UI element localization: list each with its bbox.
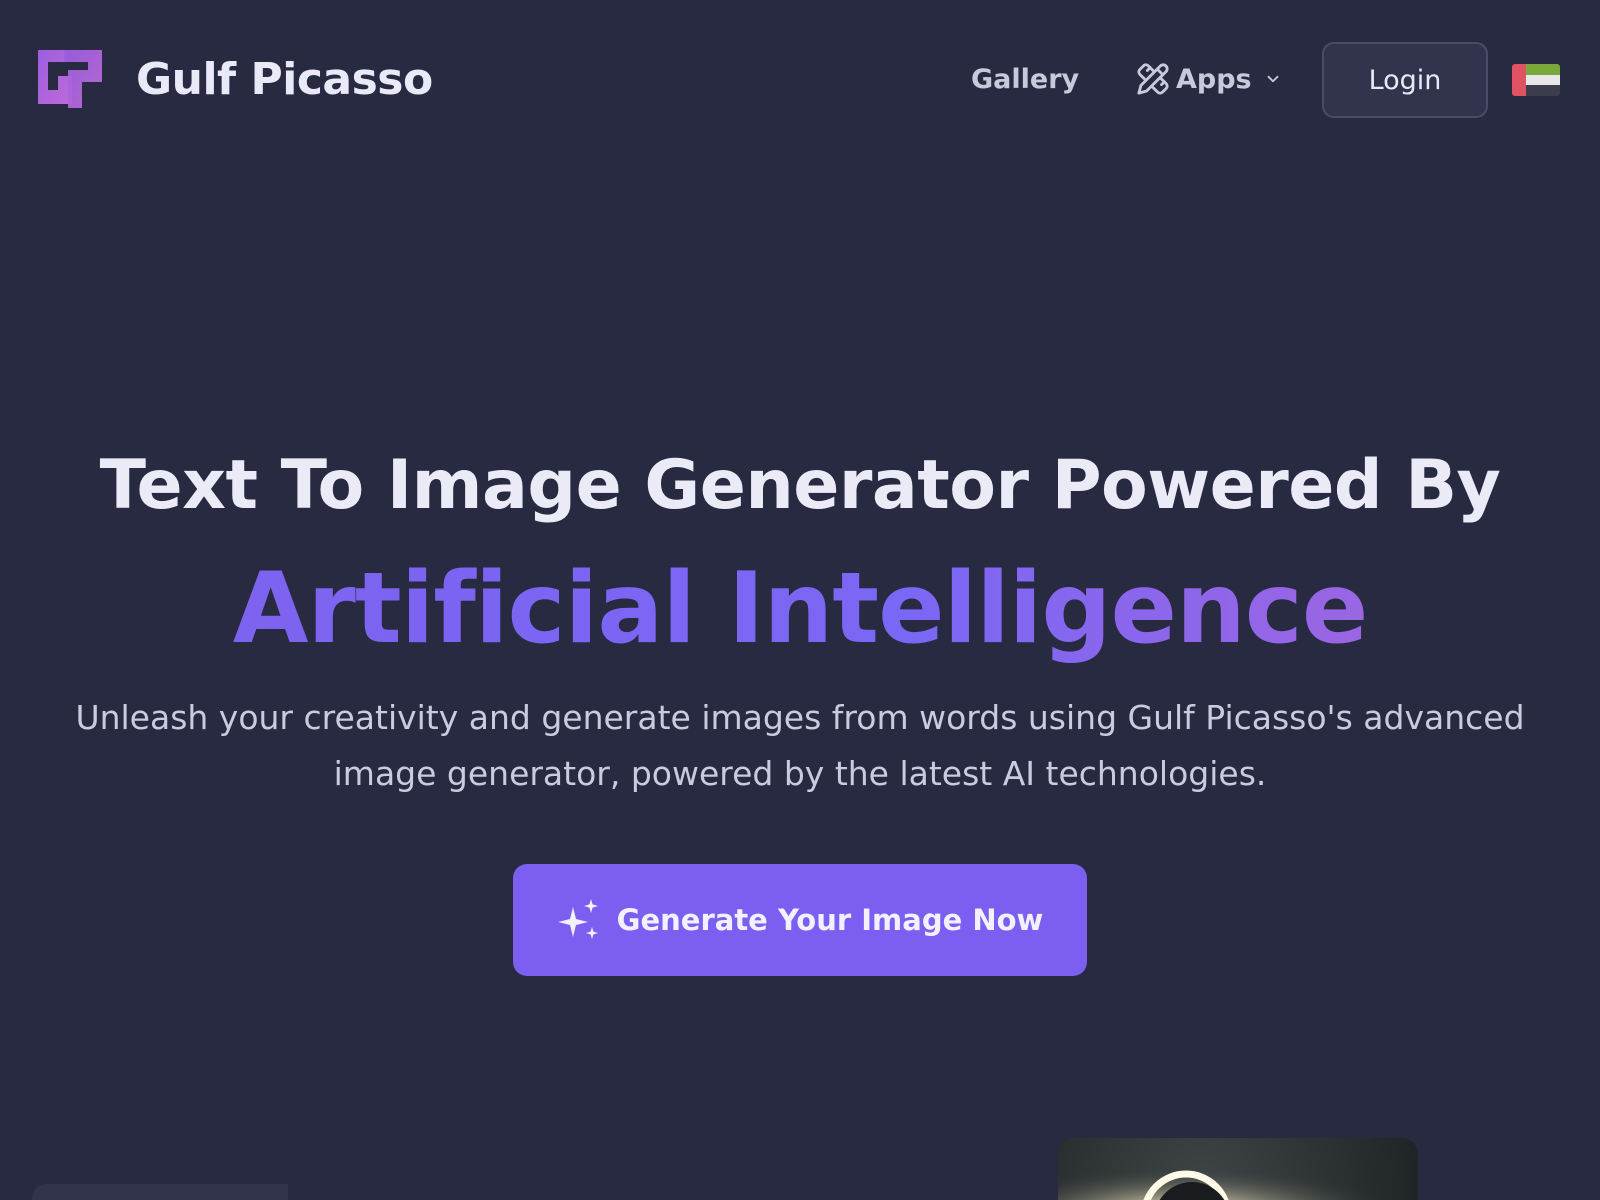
login-button[interactable]: Login [1322, 42, 1488, 118]
gulf-picasso-logo-icon [38, 50, 102, 108]
hero-subtitle: Unleash your creativity and generate ima… [75, 698, 1525, 793]
pencil-ruler-icon [1137, 63, 1169, 95]
gallery-card-eclipse[interactable] [1058, 1138, 1418, 1200]
hero-title: Text To Image Generator Powered By [99, 446, 1501, 525]
brand[interactable]: Gulf Picasso [30, 46, 433, 112]
hero-highlight-text: Artificial Intelligence [232, 552, 1369, 666]
eclipse-image [1058, 1138, 1418, 1200]
landing-page: Gulf Picasso Gallery Apps Login Text To … [0, 0, 1600, 1200]
nav-apps-dropdown[interactable]: Apps [1136, 62, 1282, 96]
generate-image-label: Generate Your Image Now [616, 903, 1044, 937]
top-navbar: Gulf Picasso Gallery Apps Login [0, 0, 1600, 160]
brand-name: Gulf Picasso [136, 54, 433, 105]
gallery-card-left[interactable] [32, 1184, 288, 1200]
generate-image-button[interactable]: Generate Your Image Now [513, 864, 1087, 976]
chevron-down-icon [1267, 75, 1279, 83]
sparkles-icon [557, 899, 598, 939]
hero-highlight: Artificial Intelligence [0, 552, 1600, 666]
uae-flag-icon[interactable] [1512, 64, 1560, 96]
nav-apps-label: Apps [1176, 63, 1252, 95]
nav-gallery-link[interactable]: Gallery [971, 64, 1079, 95]
